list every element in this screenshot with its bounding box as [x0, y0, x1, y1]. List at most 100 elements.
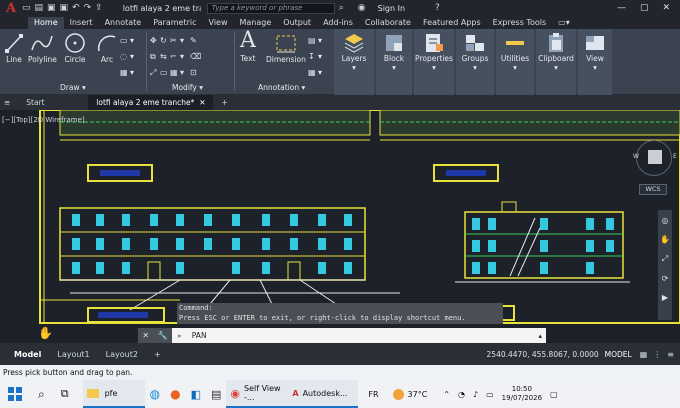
sign-in-button[interactable]: Sign In: [378, 4, 405, 13]
dimension-tool[interactable]: Dimension: [266, 29, 306, 64]
command-dropdown-icon[interactable]: ▴: [538, 332, 542, 340]
text-tool[interactable]: A Text: [240, 28, 256, 64]
notifications-icon[interactable]: ▢: [546, 380, 562, 408]
modify-panel-label[interactable]: Modify ▾: [172, 83, 203, 92]
taskbar-edge-icon[interactable]: ◍: [145, 380, 165, 408]
tab-add-ins[interactable]: Add-ins: [317, 17, 359, 29]
folder-icon: [86, 388, 99, 398]
tab-start[interactable]: Start: [18, 95, 88, 110]
grid-icon[interactable]: ▦: [640, 350, 648, 359]
taskbar-explorer[interactable]: pfe: [82, 380, 145, 408]
close-command-icon[interactable]: ✕: [142, 331, 149, 340]
annotation-panel-label[interactable]: Annotation ▾: [258, 83, 305, 92]
viewcube[interactable]: W E: [633, 140, 677, 176]
taskbar-autocad[interactable]: A Autodesk...: [288, 380, 359, 408]
new-tab-button[interactable]: +: [213, 95, 235, 110]
annotation-small-tools[interactable]: ▤ ▾ ↧ ▾ ▦ ▾: [308, 33, 332, 81]
snap-icon[interactable]: ⋮: [653, 350, 661, 359]
tab-featured-apps[interactable]: Featured Apps: [417, 17, 487, 29]
tab-view[interactable]: View: [203, 17, 234, 29]
taskbar-search-icon[interactable]: ⌕: [30, 380, 53, 408]
circle-tool[interactable]: Circle: [64, 29, 86, 64]
close-button[interactable]: ✕: [662, 3, 670, 13]
clock[interactable]: 10:50 19/07/2026: [498, 380, 546, 408]
tab-model[interactable]: Model: [6, 350, 49, 359]
block-button[interactable]: Block ▾: [376, 29, 412, 95]
search-icon[interactable]: ⌕: [339, 3, 344, 13]
coordinates-readout[interactable]: 2540.4470, 455.8067, 0.0000: [487, 350, 599, 359]
polyline-icon: [31, 35, 54, 51]
pan-cursor-icon: ✋: [38, 326, 53, 340]
ribbon-options-icon[interactable]: ▭▾: [552, 17, 576, 29]
text-icon: A: [240, 28, 256, 53]
help-icon[interactable]: ?: [435, 3, 440, 13]
tab-drawing[interactable]: lotfi alaya 2 eme tranche* ✕: [88, 95, 214, 110]
viewcube-top-face[interactable]: [648, 150, 662, 164]
draw-panel-label[interactable]: Draw ▾: [60, 83, 86, 92]
volume-icon[interactable]: ♪: [469, 380, 482, 408]
tab-menu-icon[interactable]: ≡: [0, 95, 18, 110]
network-icon[interactable]: ◔: [454, 380, 469, 408]
compass-west[interactable]: W: [633, 153, 639, 160]
viewport-controls[interactable]: [−][Top][2D Wireframe]: [2, 116, 85, 124]
command-search-icon[interactable]: ▸: [178, 331, 182, 340]
windows-start-icon[interactable]: [0, 380, 30, 408]
close-tab-icon[interactable]: ✕: [199, 98, 205, 107]
tab-annotate[interactable]: Annotate: [99, 17, 148, 29]
share-icon[interactable]: ⇪: [95, 3, 103, 13]
line-tool[interactable]: Line: [4, 29, 24, 64]
showmotion-icon[interactable]: ▶: [662, 293, 668, 302]
user-icon[interactable]: ◉: [358, 3, 366, 13]
weather-widget[interactable]: 37°C: [389, 380, 432, 408]
properties-button[interactable]: Properties ▾: [414, 29, 454, 95]
steering-wheel-icon[interactable]: ◎: [662, 216, 669, 225]
minimize-button[interactable]: —: [617, 3, 626, 13]
pan-icon[interactable]: ✋: [660, 235, 670, 244]
command-line[interactable]: ✕ 🔧 ▸ PAN ▴: [138, 328, 546, 343]
tab-collaborate[interactable]: Collaborate: [359, 17, 417, 29]
tab-parametric[interactable]: Parametric: [147, 17, 202, 29]
tab-express-tools[interactable]: Express Tools: [487, 17, 553, 29]
taskbar-firefox-icon[interactable]: ●: [165, 380, 185, 408]
customize-icon[interactable]: 🔧: [158, 331, 168, 340]
taskbar-store-icon[interactable]: ▤: [206, 380, 226, 408]
status-menu-icon[interactable]: ≡: [667, 350, 674, 359]
utilities-button[interactable]: Utilities ▾: [496, 29, 534, 95]
redo-icon[interactable]: ↷: [84, 3, 92, 13]
groups-button[interactable]: Groups ▾: [456, 29, 494, 95]
model-space-button[interactable]: MODEL: [605, 350, 632, 359]
layers-button[interactable]: Layers ▾: [334, 29, 374, 95]
draw-small-tools[interactable]: ▭ ▾ ◌ ▾ ▦ ▾: [120, 33, 144, 81]
autocad-logo[interactable]: A: [0, 0, 22, 16]
polyline-tool[interactable]: Polyline: [28, 29, 57, 64]
save-as-icon[interactable]: ▣: [60, 3, 69, 13]
orbit-icon[interactable]: ⟳: [662, 274, 669, 283]
arc-tool[interactable]: Arc: [96, 29, 118, 64]
tab-insert[interactable]: Insert: [64, 17, 99, 29]
undo-icon[interactable]: ↶: [72, 3, 80, 13]
new-file-icon[interactable]: ▭: [22, 3, 31, 13]
wcs-menu[interactable]: WCS: [639, 184, 667, 195]
utilities-icon: [506, 41, 524, 45]
task-view-icon[interactable]: ⧉: [53, 380, 77, 408]
tab-layout1[interactable]: Layout1: [49, 350, 97, 359]
command-input[interactable]: PAN: [192, 331, 207, 340]
tab-home[interactable]: Home: [28, 17, 64, 29]
search-input[interactable]: Type a keyword or phrase: [206, 2, 335, 14]
battery-icon[interactable]: ▭: [482, 380, 498, 408]
compass-east[interactable]: E: [673, 153, 677, 160]
save-icon[interactable]: ▣: [47, 3, 56, 13]
language-indicator[interactable]: FR: [364, 380, 382, 408]
open-folder-icon[interactable]: ▤: [35, 3, 44, 13]
add-layout-button[interactable]: +: [146, 350, 169, 359]
taskbar-chrome[interactable]: ◉ Self View -...: [226, 380, 289, 408]
clipboard-button[interactable]: Clipboard ▾: [536, 29, 576, 95]
tab-output[interactable]: Output: [277, 17, 317, 29]
tray-chevron-icon[interactable]: ⌃: [439, 380, 454, 408]
modify-tools[interactable]: ✥ ↻ ✂ ▾ ✎ ⧉ ⇆ ⌐ ▾ ⌫ ⤢ ▭ ▦ ▾ ⊡: [150, 33, 214, 81]
taskbar-outlook-icon[interactable]: ◧: [186, 380, 206, 408]
zoom-extents-icon[interactable]: ⤢: [662, 254, 668, 264]
view-button[interactable]: View ▾: [578, 29, 612, 95]
tab-layout2[interactable]: Layout2: [98, 350, 146, 359]
maximize-button[interactable]: ▢: [640, 3, 649, 13]
